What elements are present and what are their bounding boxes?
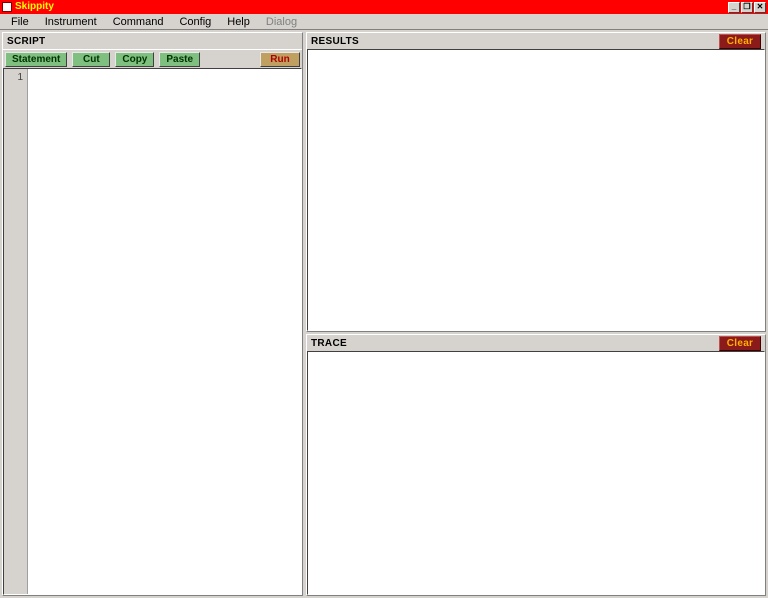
results-clear-button[interactable]: Clear — [719, 34, 761, 49]
right-column: RESULTS Clear TRACE Clear — [305, 31, 767, 597]
script-panel-header: SCRIPT — [3, 33, 302, 49]
close-button[interactable]: ✕ — [754, 2, 766, 13]
copy-button[interactable]: Copy — [115, 52, 154, 67]
results-panel: RESULTS Clear — [306, 32, 766, 332]
paste-button[interactable]: Paste — [159, 52, 200, 67]
menu-dialog: Dialog — [258, 15, 305, 29]
script-column: SCRIPT Statement Cut Copy Paste Run 1 — [1, 31, 304, 597]
script-toolbar: Statement Cut Copy Paste Run — [3, 49, 302, 68]
trace-output[interactable] — [307, 351, 765, 595]
script-panel: SCRIPT Statement Cut Copy Paste Run 1 — [2, 32, 303, 596]
line-number: 1 — [4, 72, 23, 83]
menu-config[interactable]: Config — [171, 15, 219, 29]
menu-bar: File Instrument Command Config Help Dial… — [0, 14, 768, 30]
menu-file[interactable]: File — [3, 15, 37, 29]
results-panel-title: RESULTS — [311, 36, 359, 47]
results-panel-header: RESULTS Clear — [307, 33, 765, 49]
title-bar: Skippity _ ❐ ✕ — [0, 0, 768, 14]
trace-clear-button[interactable]: Clear — [719, 336, 761, 351]
trace-panel-title: TRACE — [311, 338, 347, 349]
script-editor-well: 1 — [3, 68, 302, 595]
main-area: SCRIPT Statement Cut Copy Paste Run 1 RE… — [0, 30, 768, 598]
trace-panel-header: TRACE Clear — [307, 335, 765, 351]
minimize-button[interactable]: _ — [728, 2, 740, 13]
menu-instrument[interactable]: Instrument — [37, 15, 105, 29]
trace-panel: TRACE Clear — [306, 334, 766, 596]
run-button[interactable]: Run — [260, 52, 300, 67]
menu-help[interactable]: Help — [219, 15, 258, 29]
cut-button[interactable]: Cut — [72, 52, 110, 67]
statement-button[interactable]: Statement — [5, 52, 67, 67]
script-panel-title: SCRIPT — [7, 36, 45, 47]
window-title: Skippity — [15, 0, 54, 14]
results-output[interactable] — [307, 49, 765, 331]
maximize-button[interactable]: ❐ — [741, 2, 753, 13]
app-icon — [2, 2, 12, 12]
menu-command[interactable]: Command — [105, 15, 172, 29]
script-editor[interactable] — [28, 69, 301, 594]
script-gutter: 1 — [4, 69, 28, 594]
